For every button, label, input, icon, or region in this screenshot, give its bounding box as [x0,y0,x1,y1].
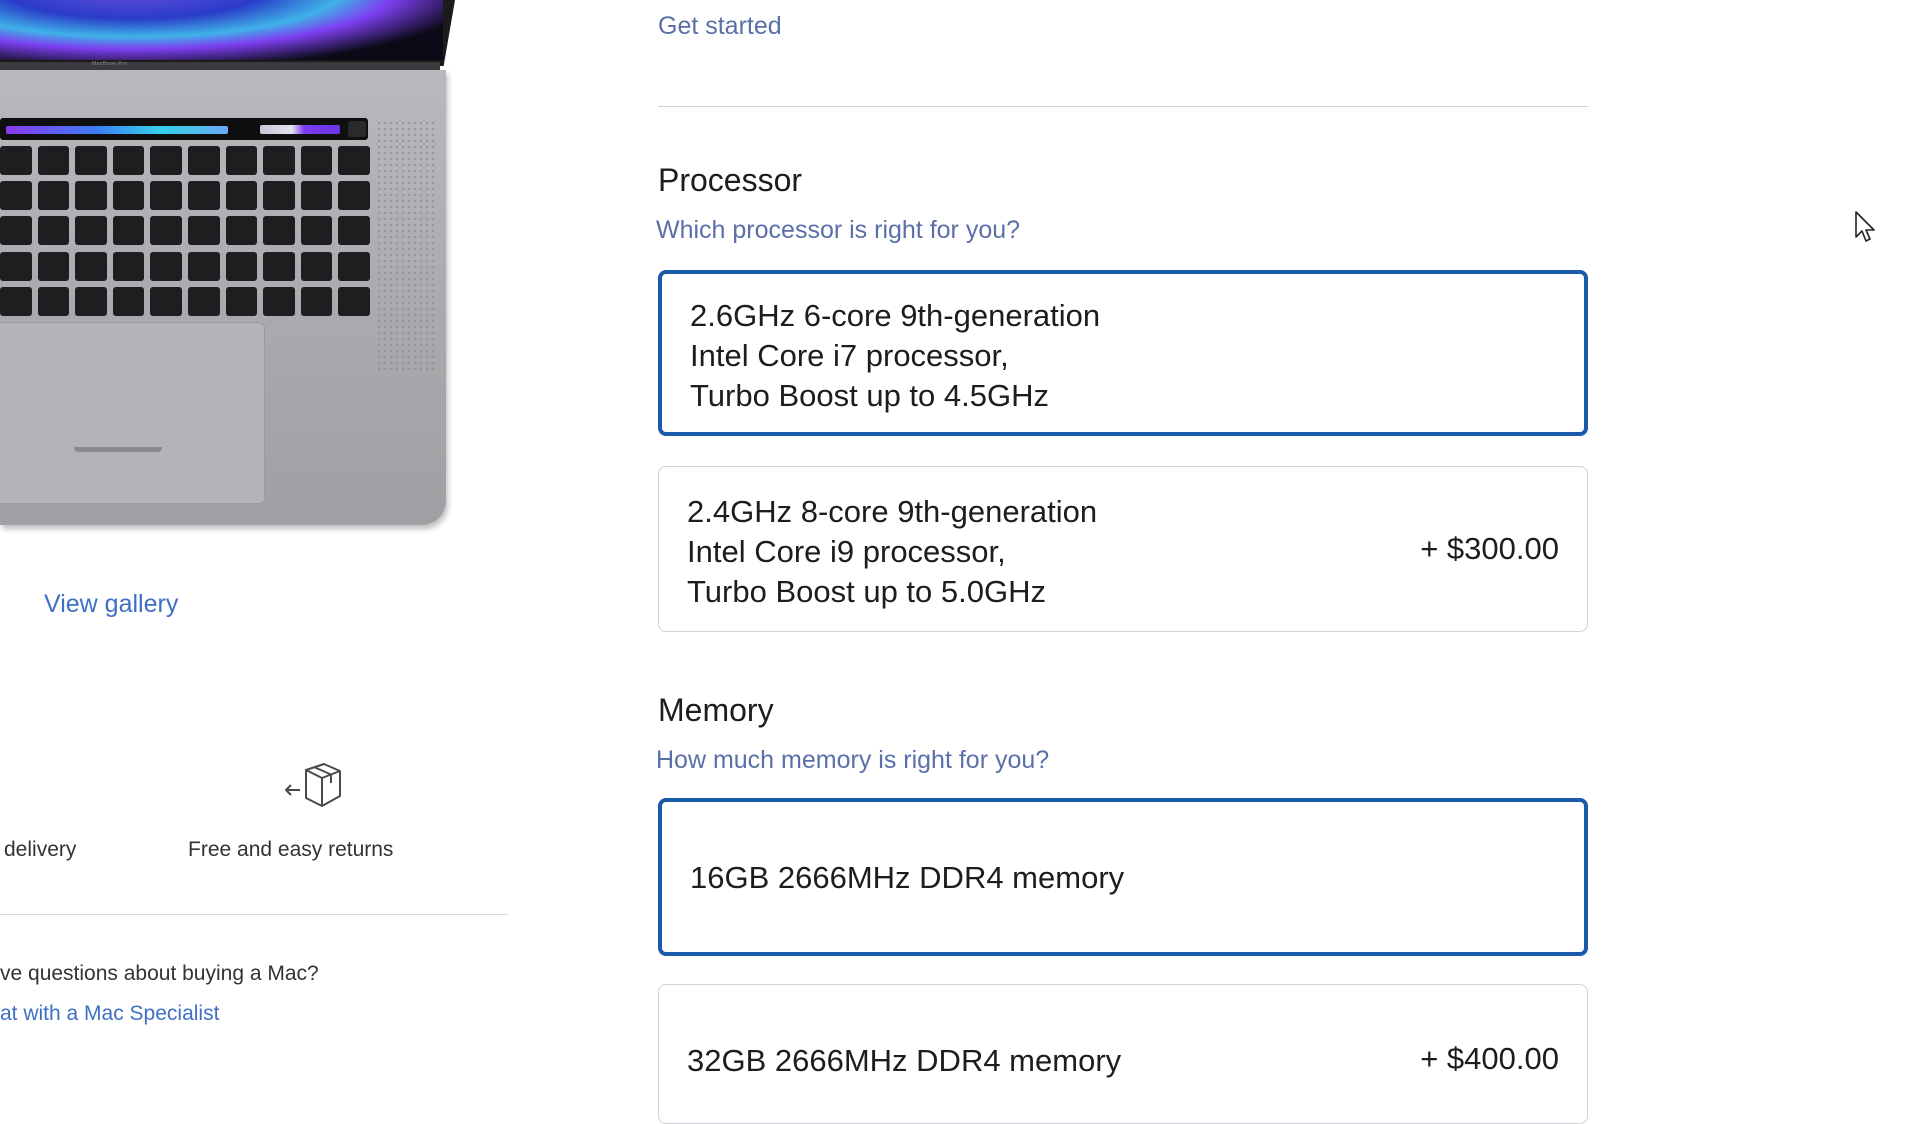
laptop-touchbar [0,118,368,140]
memory-option-16gb[interactable]: 16GB 2666MHz DDR4 memory [658,798,1588,956]
memory-help-link[interactable]: How much memory is right for you? [656,746,1049,775]
option-line: 2.4GHz 8-core 9th-generation [687,494,1098,529]
chat-specialist-link[interactable]: at with a Mac Specialist [0,1002,219,1026]
option-price: + $300.00 [1420,531,1559,566]
laptop-trackpad [0,322,265,504]
mouse-pointer-icon [1855,211,1875,242]
processor-help-link[interactable]: Which processor is right for you? [656,216,1020,245]
returns-benefit-label: Free and easy returns [188,838,394,861]
product-image: MacBook Pro [0,0,460,530]
option-label: 2.4GHz 8-core 9th-generation Intel Core … [687,492,1097,612]
option-line: Turbo Boost up to 4.5GHz [690,378,1049,413]
get-started-link[interactable]: Get started [658,12,782,41]
delivery-benefit-label: delivery [4,838,77,861]
laptop-notch [74,447,162,452]
box-return-icon [285,763,341,807]
questions-text: ve questions about buying a Mac? [0,962,319,985]
option-label: 16GB 2666MHz DDR4 memory [690,860,1125,895]
touchbar-strip [6,126,228,134]
option-line: Intel Core i7 processor, [690,338,1009,373]
memory-option-32gb[interactable]: 32GB 2666MHz DDR4 memory + $400.00 [658,984,1588,1124]
memory-title: Memory [658,692,774,728]
touchbar-controls [260,125,340,134]
option-line: 2.6GHz 6-core 9th-generation [690,298,1101,333]
laptop-label: MacBook Pro [92,61,128,67]
option-label: 2.6GHz 6-core 9th-generation Intel Core … [690,296,1100,416]
option-line: Turbo Boost up to 5.0GHz [687,574,1046,609]
processor-option-i9[interactable]: 2.4GHz 8-core 9th-generation Intel Core … [658,466,1588,632]
section-divider [658,106,1588,107]
laptop-speaker-grille [376,120,436,370]
processor-option-i7[interactable]: 2.6GHz 6-core 9th-generation Intel Core … [658,270,1588,436]
laptop-screen [0,0,443,60]
laptop-base [0,70,446,525]
option-label: 32GB 2666MHz DDR4 memory [687,1043,1122,1078]
laptop-keyboard [0,146,370,316]
left-divider [0,914,508,915]
option-price: + $400.00 [1420,1041,1559,1076]
view-gallery-link[interactable]: View gallery [44,590,178,619]
option-line: Intel Core i9 processor, [687,534,1006,569]
touch-id-key [348,121,366,137]
laptop-lid [0,0,455,66]
processor-title: Processor [658,162,803,198]
